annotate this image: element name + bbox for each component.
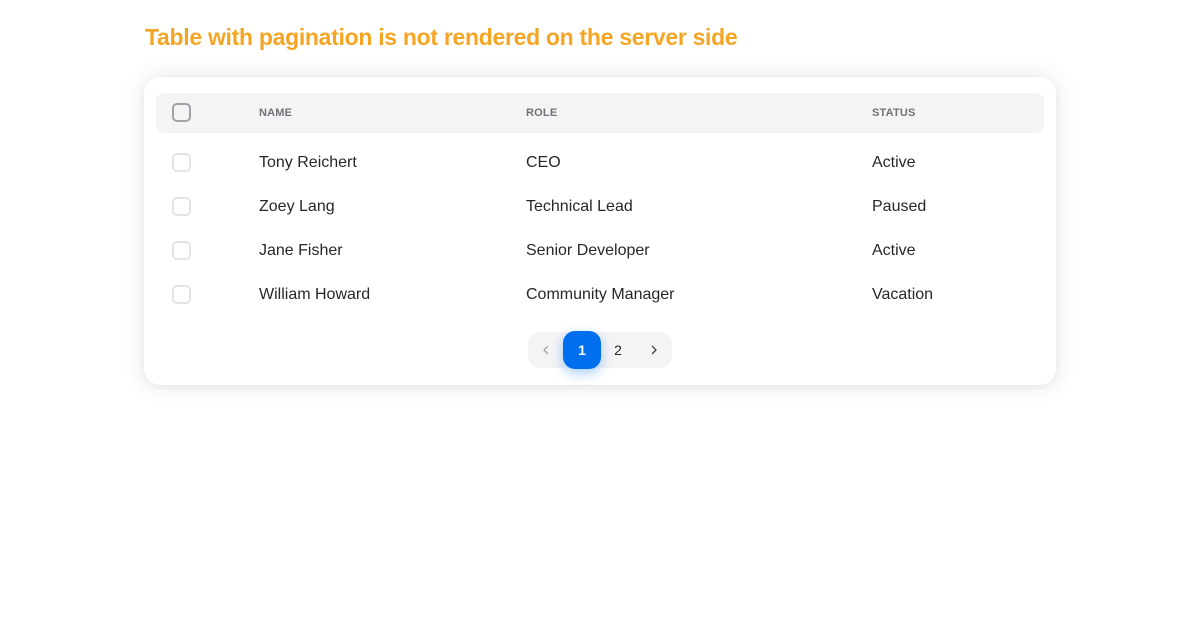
pagination-next-button[interactable] <box>636 332 672 368</box>
table-header: NAME ROLE STATUS <box>156 93 1044 133</box>
table-row[interactable]: Jane Fisher Senior Developer Active <box>156 229 1044 273</box>
cell-name: Zoey Lang <box>259 198 335 215</box>
select-all-checkbox[interactable] <box>172 103 191 122</box>
cell-role: Senior Developer <box>526 242 650 259</box>
cell-status: Paused <box>872 198 927 215</box>
table-row[interactable]: Zoey Lang Technical Lead Paused <box>156 185 1044 229</box>
pagination-prev-button[interactable] <box>528 332 564 368</box>
table-row[interactable]: Tony Reichert CEO Active <box>156 141 1044 185</box>
pagination: 2 1 <box>528 331 672 369</box>
row-checkbox[interactable] <box>172 153 191 172</box>
cell-status: Active <box>872 242 916 259</box>
column-header-role: ROLE <box>526 107 558 119</box>
cell-status: Vacation <box>872 286 934 303</box>
pagination-page-2[interactable]: 2 <box>600 332 636 368</box>
row-checkbox[interactable] <box>172 241 191 260</box>
column-header-name: NAME <box>259 107 293 119</box>
chevron-left-icon <box>543 345 549 355</box>
column-header-status: STATUS <box>872 107 916 119</box>
page-title: Table with pagination is not rendered on… <box>145 24 738 50</box>
table-card: NAME ROLE STATUS Tony Reichert CEO Activ… <box>144 77 1056 385</box>
cell-status: Active <box>872 154 916 171</box>
row-checkbox[interactable] <box>172 197 191 216</box>
chevron-right-icon <box>651 345 657 355</box>
pagination-page-1-active[interactable]: 1 <box>563 331 601 369</box>
cell-name: William Howard <box>259 286 371 303</box>
cell-role: Technical Lead <box>526 198 633 215</box>
row-checkbox[interactable] <box>172 285 191 304</box>
cell-role: CEO <box>526 154 561 171</box>
cell-name: Tony Reichert <box>259 154 357 171</box>
cell-name: Jane Fisher <box>259 242 343 259</box>
cell-role: Community Manager <box>526 286 675 303</box>
table-row[interactable]: William Howard Community Manager Vacatio… <box>156 273 1044 317</box>
